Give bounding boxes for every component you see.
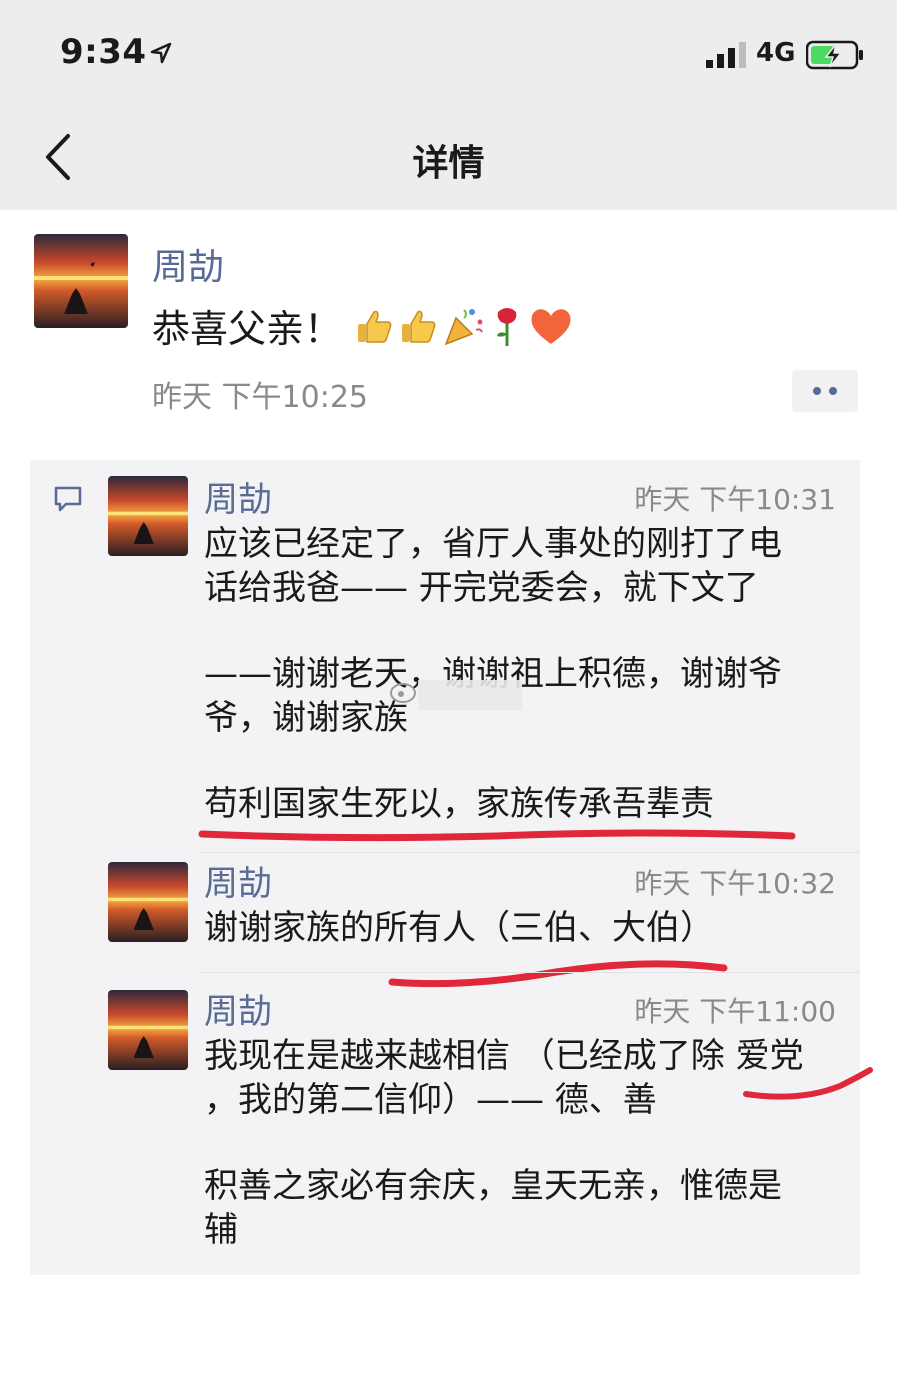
comment-avatar[interactable] — [108, 990, 188, 1070]
comment-timestamp: 昨天 下午11:00 — [634, 995, 836, 1028]
post-text: 恭喜父亲！ — [152, 307, 343, 351]
comment-line: 辅 — [204, 1210, 238, 1250]
post-timestamp: 昨天 下午10:25 — [152, 380, 368, 415]
comment-timestamp: 昨天 下午10:31 — [634, 483, 836, 516]
comment-text[interactable]: 应该已经定了，省厅人事处的刚打了电 话给我爸—— 开完党委会，就下文了 ——谢谢… — [204, 522, 844, 826]
comment-line: 话给我爸—— 开完党委会，就下文了 — [204, 568, 759, 608]
more-dots-icon — [813, 387, 821, 395]
comment-avatar[interactable] — [108, 862, 188, 942]
party-popper-icon — [444, 308, 483, 345]
red-underline-annotation — [743, 1067, 873, 1100]
post-author[interactable]: 周劼 — [152, 238, 224, 290]
comment-timestamp: 昨天 下午10:32 — [634, 867, 836, 900]
more-options-button[interactable] — [792, 370, 858, 412]
comment-line: 积善之家必有余庆，皇天无亲，惟德是 — [204, 1166, 782, 1206]
more-dots-icon — [829, 387, 837, 395]
status-time: 9:34 — [60, 32, 147, 72]
rose-icon — [497, 307, 517, 346]
location-arrow-icon — [150, 42, 172, 64]
avatar[interactable] — [34, 234, 128, 328]
comment-line: 应该已经定了，省厅人事处的刚打了电 — [204, 524, 782, 564]
divider — [200, 852, 860, 853]
comment-icon — [54, 486, 82, 512]
avatar-sunset-image — [108, 990, 188, 1070]
signal-icon — [706, 42, 746, 68]
comment-line: 谢谢家族的所有人（三伯、大伯） — [204, 908, 714, 948]
avatar-sunset-image — [108, 476, 188, 556]
thumbs-up-icon — [402, 310, 436, 343]
post-text-row: 恭喜父亲！ — [152, 298, 574, 353]
comment-avatar[interactable] — [108, 476, 188, 556]
watermark-blur — [418, 680, 522, 710]
emoji-row — [354, 304, 574, 348]
watermark-logo-icon — [390, 683, 416, 703]
red-underline-annotation — [198, 829, 796, 842]
avatar-sunset-image — [108, 862, 188, 942]
navigation-header: 9:34 4G 详情 — [0, 0, 897, 210]
heart-icon — [531, 308, 571, 344]
avatar-sunset-image — [34, 234, 128, 328]
comment-author[interactable]: 周劼 — [204, 472, 272, 521]
thumbs-up-icon — [358, 310, 392, 343]
comment-line: 爷，谢谢家族 — [204, 698, 408, 738]
network-label: 4G — [756, 38, 796, 68]
comment-text[interactable]: 谢谢家族的所有人（三伯、大伯） — [204, 906, 844, 950]
battery-charging-icon — [806, 40, 863, 70]
divider — [200, 972, 860, 973]
page-title: 详情 — [412, 143, 485, 184]
comment-author[interactable]: 周劼 — [204, 984, 272, 1033]
comment-author[interactable]: 周劼 — [204, 856, 272, 905]
comment-line: ——谢谢老天，谢谢祖上积德，谢谢爷 — [204, 654, 782, 694]
